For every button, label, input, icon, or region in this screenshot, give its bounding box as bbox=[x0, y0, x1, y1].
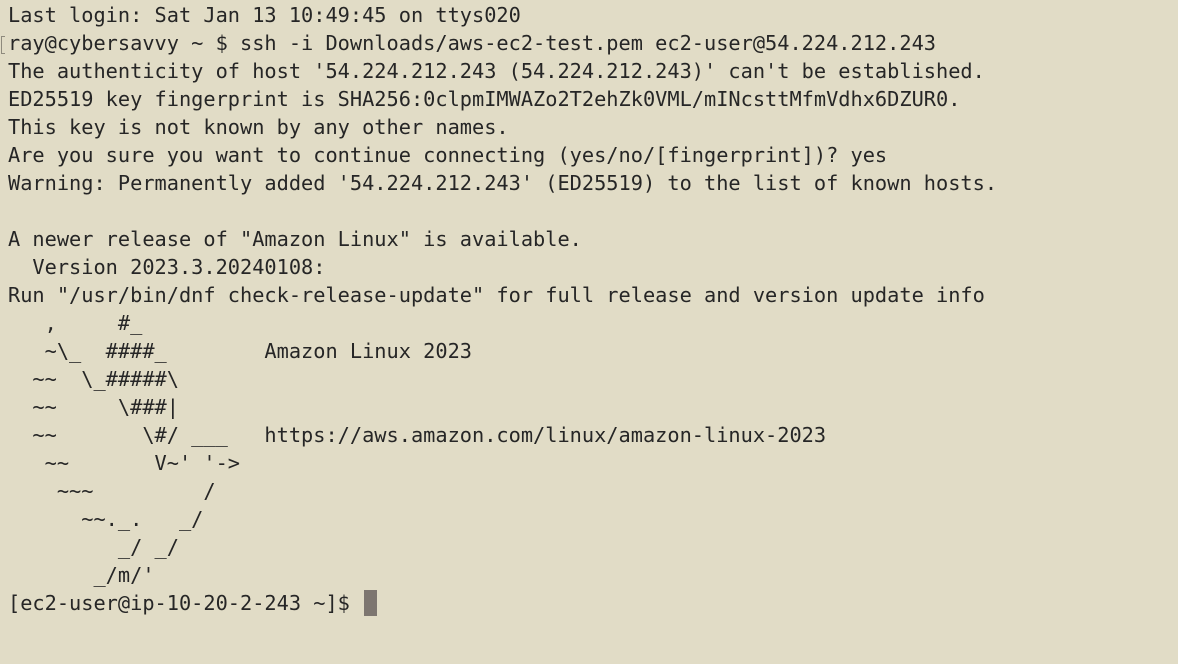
terminal-line-authenticity: The authenticity of host '54.224.212.243… bbox=[8, 59, 985, 83]
terminal-line-newer-release: A newer release of "Amazon Linux" is ava… bbox=[8, 227, 582, 251]
terminal-line-warning: Warning: Permanently added '54.224.212.2… bbox=[8, 171, 998, 195]
ascii-art-line: ~~~ / bbox=[8, 479, 216, 503]
terminal-line-continue-prompt: Are you sure you want to continue connec… bbox=[8, 143, 888, 167]
ascii-art-line: ~~ \_#####\ bbox=[8, 367, 179, 391]
terminal-line-unknown-key: This key is not known by any other names… bbox=[8, 115, 509, 139]
ascii-art-line-url: ~~ \#/ ___ https://aws.amazon.com/linux/… bbox=[8, 423, 827, 447]
shell-prompt: [ec2-user@ip-10-20-2-243 ~]$ bbox=[8, 591, 363, 615]
ascii-art-line: ~~ \###| bbox=[8, 395, 179, 419]
ascii-art-line: ~~._. _/ bbox=[8, 507, 204, 531]
terminal-line-version: Version 2023.3.20240108: bbox=[8, 255, 326, 279]
terminal-line-run-update: Run "/usr/bin/dnf check-release-update" … bbox=[8, 283, 985, 307]
ascii-art-line: _/ _/ bbox=[8, 535, 179, 559]
terminal-window[interactable]: Last login: Sat Jan 13 10:49:45 on ttys0… bbox=[0, 0, 1178, 664]
ascii-art-line: , #_ bbox=[8, 311, 143, 335]
terminal-line-ssh-command: ray@cybersavvy ~ $ ssh -i Downloads/aws-… bbox=[8, 31, 936, 55]
selection-bracket-marker bbox=[1, 36, 5, 54]
terminal-cursor[interactable] bbox=[364, 590, 378, 616]
ascii-art-line-amazon-linux: ~\_ ####_ Amazon Linux 2023 bbox=[8, 339, 472, 363]
terminal-line-last-login: Last login: Sat Jan 13 10:49:45 on ttys0… bbox=[8, 3, 521, 27]
shell-prompt-line[interactable]: [ec2-user@ip-10-20-2-243 ~]$ bbox=[8, 589, 1178, 617]
ascii-art-line: ~~ V~' '-> bbox=[8, 451, 240, 475]
terminal-line-fingerprint: ED25519 key fingerprint is SHA256:0clpmI… bbox=[8, 87, 961, 111]
ascii-art-line: _/m/' bbox=[8, 563, 155, 587]
